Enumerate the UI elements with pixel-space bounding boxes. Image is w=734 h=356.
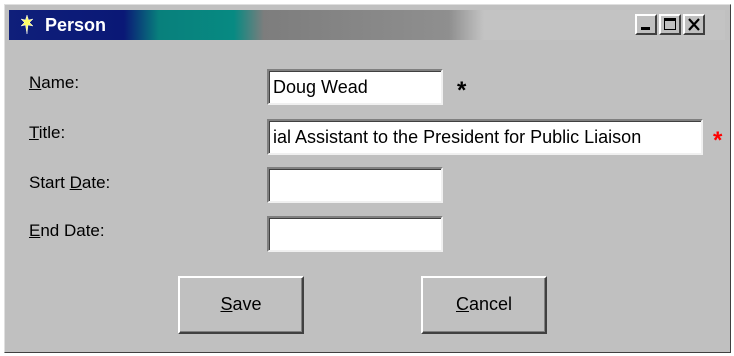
end-date-label-rest: nd Date: xyxy=(40,221,105,240)
name-label: Name: xyxy=(29,73,79,93)
name-label-rest: ame: xyxy=(41,73,80,92)
title-label-rest: itle: xyxy=(38,123,66,142)
end-date-label: End Date: xyxy=(29,221,105,241)
title-field[interactable]: ial Assistant to the President for Publi… xyxy=(267,119,703,155)
window-title: Person xyxy=(45,15,107,35)
start-date-label-pre: Start xyxy=(29,173,70,192)
save-accel: S xyxy=(220,294,233,314)
save-button[interactable]: Save xyxy=(178,276,304,334)
maximize-icon xyxy=(664,18,676,30)
maximize-button[interactable] xyxy=(659,14,681,35)
end-date-label-accel: E xyxy=(29,221,41,240)
person-dialog: Person Name: Doug Wead * Title: ial Assi… xyxy=(4,4,731,353)
title-bar[interactable]: Person xyxy=(9,10,725,40)
title-label: Title: xyxy=(29,123,65,143)
close-button[interactable] xyxy=(683,14,705,35)
start-date-field[interactable] xyxy=(267,167,443,203)
name-required-marker: * xyxy=(457,77,467,104)
title-label-accel: T xyxy=(29,123,39,142)
name-field[interactable]: Doug Wead xyxy=(267,69,443,105)
cancel-label: ancel xyxy=(468,294,513,314)
name-label-accel: N xyxy=(29,73,42,92)
close-icon xyxy=(688,18,700,31)
minimize-button[interactable] xyxy=(635,14,657,35)
minimize-icon xyxy=(641,27,650,30)
start-date-label: Start Date: xyxy=(29,173,110,193)
cancel-button[interactable]: Cancel xyxy=(421,276,547,334)
start-date-label-accel: D xyxy=(69,173,82,192)
start-date-label-rest: ate: xyxy=(81,173,111,192)
save-label: ave xyxy=(232,294,262,314)
app-icon xyxy=(19,14,35,36)
cancel-accel: C xyxy=(455,294,469,314)
end-date-field[interactable] xyxy=(267,216,443,252)
title-required-marker: * xyxy=(713,127,723,154)
